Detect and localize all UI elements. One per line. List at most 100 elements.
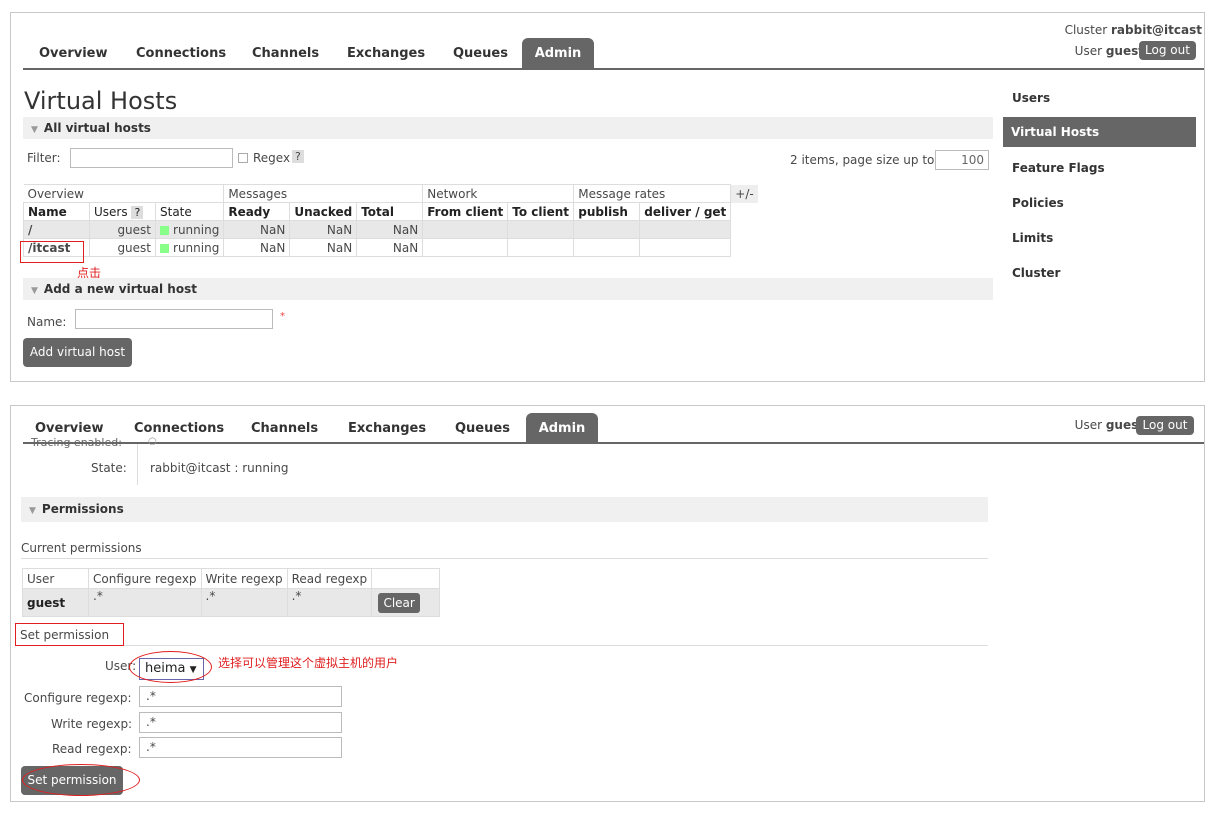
col-state[interactable]: State — [154, 202, 225, 221]
permissions-header-label: Permissions — [41, 502, 124, 516]
page-size-input[interactable]: 100 — [935, 150, 989, 170]
tab-exchanges[interactable]: Exchanges — [347, 46, 425, 61]
state-node[interactable]: rabbit@itcast — [150, 461, 231, 475]
running-indicator-icon — [160, 243, 170, 253]
annotation-select-user: 选择可以管理这个虚拟主机的用户 — [218, 656, 399, 670]
annotation-set-permission-box — [15, 623, 124, 646]
user-label: User — [1074, 44, 1103, 58]
divider — [21, 558, 988, 559]
col-ready[interactable]: Ready — [223, 202, 291, 221]
col-users-label: Users — [94, 204, 128, 219]
permissions-section-header[interactable]: ▼ Permissions — [21, 497, 988, 522]
collapse-triangle-icon: ▼ — [29, 506, 36, 516]
tab-channels[interactable]: Channels — [251, 421, 318, 436]
user-label: User — [1074, 418, 1103, 432]
vhost-total: NaN — [356, 238, 424, 257]
user-info: User guest — [1075, 44, 1144, 58]
vhost-total: NaN — [356, 220, 424, 239]
annotation-button-oval — [22, 764, 140, 796]
vhost-state: running — [154, 238, 225, 257]
required-mark: * — [280, 311, 285, 322]
sidebar-item-users[interactable]: Users — [1012, 91, 1050, 105]
col-publish[interactable]: publish — [573, 202, 641, 221]
group-header-messages: Messages — [223, 184, 424, 203]
read-regexp-input[interactable]: .* — [139, 737, 342, 758]
sidebar-item-feature-flags[interactable]: Feature Flags — [1012, 161, 1105, 175]
add-vhost-header-label: Add a new virtual host — [43, 282, 197, 296]
logout-button[interactable]: Log out — [1139, 41, 1196, 60]
tracing-value: ○ — [148, 436, 157, 447]
annotation-itcast-box — [20, 241, 84, 263]
state-label: State: — [91, 461, 127, 475]
tab-channels[interactable]: Channels — [252, 46, 319, 61]
filter-input[interactable] — [70, 148, 233, 168]
perm-col-user: User — [22, 568, 89, 589]
perm-write: .* — [200, 588, 288, 617]
users-help-icon[interactable]: ? — [131, 205, 144, 219]
add-vhost-section-header[interactable]: ▼ Add a new virtual host — [23, 278, 993, 300]
vhost-ready: NaN — [223, 238, 291, 257]
col-users[interactable]: Users ? — [89, 202, 156, 221]
logout-button[interactable]: Log out — [1136, 416, 1194, 435]
col-to-client[interactable]: To client — [507, 202, 575, 221]
sidebar-item-cluster[interactable]: Cluster — [1012, 266, 1060, 280]
tab-connections[interactable]: Connections — [136, 46, 226, 61]
tab-queues[interactable]: Queues — [453, 46, 508, 61]
perm-col-write: Write regexp — [200, 568, 288, 589]
vhost-state: running — [154, 220, 225, 239]
perm-col-configure: Configure regexp — [88, 568, 202, 589]
nav-underline — [23, 442, 1204, 444]
columns-toggle-button[interactable]: +/- — [730, 184, 759, 203]
sidebar-item-virtual-hosts[interactable]: Virtual Hosts — [1003, 117, 1196, 147]
sidebar-item-limits[interactable]: Limits — [1012, 231, 1053, 245]
clear-permission-button[interactable]: Clear — [378, 592, 421, 613]
user-info: User guest — [1075, 418, 1144, 432]
field-divider — [137, 444, 138, 485]
col-from-client[interactable]: From client — [422, 202, 509, 221]
cluster-name: rabbit@itcast — [1111, 23, 1202, 37]
tracing-label: Tracing enabled: — [31, 436, 122, 449]
state-value: rabbit@itcast : running — [150, 461, 289, 475]
regex-label: Regex — [253, 151, 291, 165]
tab-overview[interactable]: Overview — [35, 421, 104, 436]
group-header-overview: Overview — [23, 184, 225, 203]
divider — [124, 645, 988, 646]
tab-admin[interactable]: Admin — [522, 38, 594, 69]
annotation-user-oval — [129, 651, 212, 683]
cluster-label: Cluster — [1064, 23, 1108, 37]
vhost-unacked: NaN — [289, 220, 358, 239]
tab-queues[interactable]: Queues — [455, 421, 510, 436]
table-row: /itcast guest running NaN NaN NaN — [23, 238, 759, 257]
running-indicator-icon — [160, 225, 170, 235]
vhost-name-link[interactable]: / — [23, 220, 90, 239]
tab-overview[interactable]: Overview — [39, 46, 108, 61]
tab-admin[interactable]: Admin — [526, 413, 598, 444]
sidebar-item-policies[interactable]: Policies — [1012, 196, 1064, 210]
col-name[interactable]: Name — [23, 202, 90, 221]
tab-exchanges[interactable]: Exchanges — [348, 421, 426, 436]
configure-regexp-input[interactable]: .* — [139, 686, 342, 707]
group-header-network: Network — [422, 184, 575, 203]
regex-checkbox[interactable] — [238, 153, 248, 163]
vhosts-screenshot-panel: Cluster rabbit@itcast User guest Log out… — [10, 12, 1205, 382]
vhost-state-text: running — [173, 222, 220, 237]
vhost-users: guest — [89, 220, 156, 239]
vhost-name-input[interactable] — [75, 309, 273, 329]
items-count-text: 2 items, page size up to — [790, 153, 935, 167]
col-unacked[interactable]: Unacked — [289, 202, 358, 221]
tab-connections[interactable]: Connections — [134, 421, 224, 436]
write-regexp-label: Write regexp: — [51, 717, 133, 731]
write-regexp-input[interactable]: .* — [139, 712, 342, 733]
regex-help-icon[interactable]: ? — [292, 150, 304, 163]
table-row: guest .* .* .* Clear — [22, 588, 441, 617]
nav-underline — [23, 68, 1204, 70]
all-vhosts-section-header[interactable]: ▼ All virtual hosts — [23, 117, 993, 139]
add-vhost-button[interactable]: Add virtual host — [23, 338, 132, 367]
read-regexp-label: Read regexp: — [52, 742, 132, 756]
col-deliver-get[interactable]: deliver / get — [639, 202, 732, 221]
vhost-ready: NaN — [223, 220, 291, 239]
page-title: Virtual Hosts — [24, 87, 178, 115]
perm-read: .* — [286, 588, 373, 617]
col-total[interactable]: Total — [356, 202, 424, 221]
perm-user: guest — [22, 588, 89, 617]
